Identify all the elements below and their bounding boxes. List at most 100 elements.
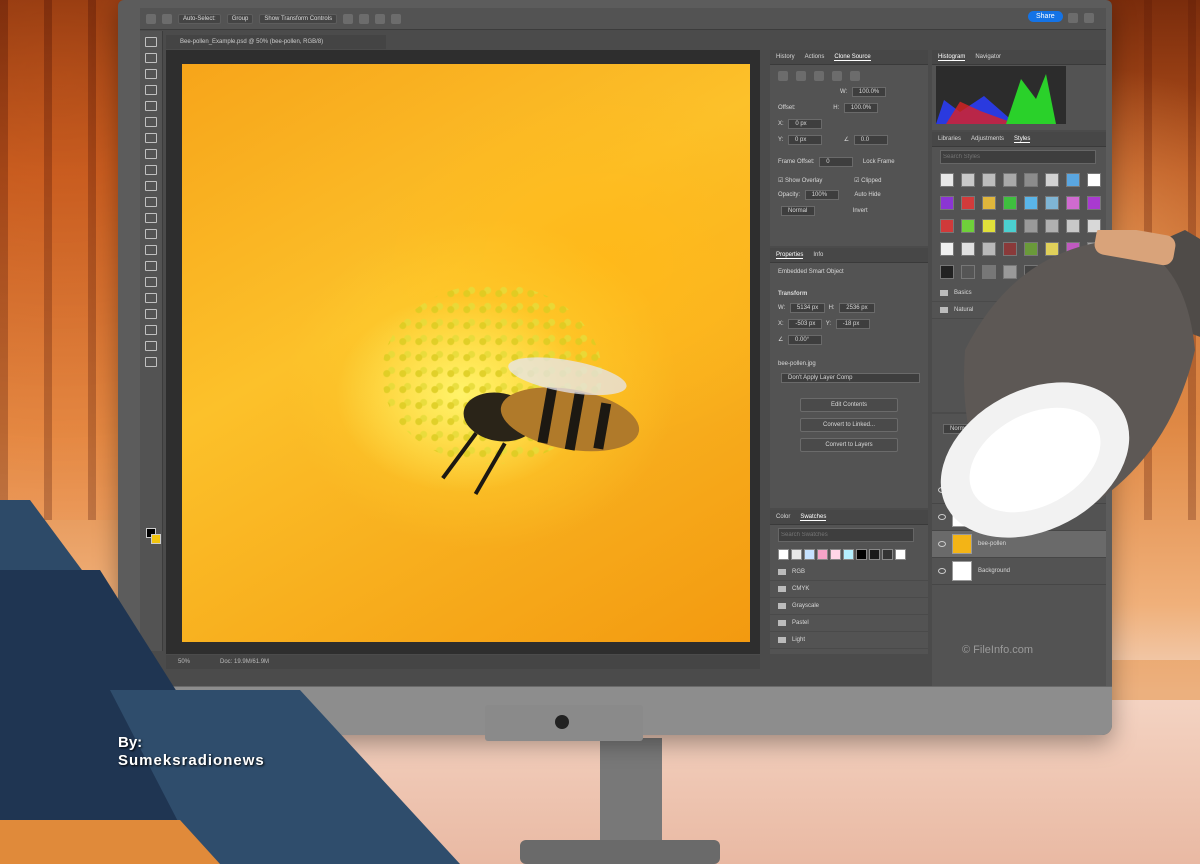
zoom-tool-icon[interactable] [145, 357, 157, 367]
clipped-checkbox[interactable]: Clipped [861, 178, 881, 184]
style-preset-7[interactable] [1087, 173, 1101, 187]
tab-history[interactable]: History [776, 54, 795, 60]
clone-stamp-icon[interactable] [145, 181, 157, 191]
tab-color[interactable]: Color [776, 514, 790, 520]
transform-angle-field[interactable]: 0.00° [788, 335, 823, 345]
offset-y-field[interactable]: 0 px [788, 135, 823, 145]
offset-x-field[interactable]: 0 px [788, 119, 823, 129]
lasso-tool-icon[interactable] [145, 69, 157, 79]
document-tab[interactable]: Bee-pollen_Example.psd @ 50% (bee-pollen… [166, 35, 386, 49]
pen-tool-icon[interactable] [145, 277, 157, 287]
clone-source-5-icon[interactable] [850, 71, 860, 81]
swatches-search-input[interactable] [778, 528, 914, 542]
overlay-blend-dropdown[interactable]: Normal [781, 206, 815, 216]
style-preset-6[interactable] [1066, 173, 1080, 187]
brush-tool-icon[interactable] [145, 165, 157, 175]
hand-tool-icon[interactable] [145, 341, 157, 351]
lock-frame-checkbox[interactable]: Lock Frame [863, 159, 895, 165]
auto-select-checkbox[interactable]: Auto-Select: [178, 13, 221, 24]
align-right-icon[interactable] [375, 13, 386, 24]
transform-y-field[interactable]: -18 px [835, 319, 870, 329]
tab-histogram[interactable]: Histogram [938, 54, 966, 61]
style-preset-14[interactable] [1066, 196, 1080, 210]
swatch-folder-pastel[interactable]: Pastel [770, 615, 928, 632]
auto-hide-checkbox[interactable]: Auto Hide [854, 192, 880, 198]
swatch-folder-cmyk[interactable]: CMYK [770, 581, 928, 598]
swatch-2[interactable] [804, 549, 815, 560]
frame-tool-icon[interactable] [145, 117, 157, 127]
style-preset-11[interactable] [1003, 196, 1017, 210]
transform-x-field[interactable]: -503 px [788, 319, 823, 329]
swatch-8[interactable] [882, 549, 893, 560]
clone-source-1-icon[interactable] [778, 71, 788, 81]
swatch-folder-light[interactable]: Light [770, 632, 928, 649]
swatch-6[interactable] [856, 549, 867, 560]
path-select-icon[interactable] [145, 309, 157, 319]
tab-actions[interactable]: Actions [805, 54, 825, 60]
dodge-tool-icon[interactable] [145, 261, 157, 271]
move-tool-icon[interactable] [162, 13, 172, 24]
style-preset-9[interactable] [961, 196, 975, 210]
blur-tool-icon[interactable] [145, 245, 157, 255]
style-preset-13[interactable] [1045, 196, 1059, 210]
swatch-9[interactable] [895, 549, 906, 560]
visibility-eye-icon[interactable] [938, 568, 946, 574]
style-preset-12[interactable] [1024, 196, 1038, 210]
search-icon[interactable] [1068, 13, 1078, 23]
style-preset-10[interactable] [982, 196, 996, 210]
style-preset-4[interactable] [1024, 173, 1038, 187]
swatch-1[interactable] [791, 549, 802, 560]
tab-libraries[interactable]: Libraries [938, 136, 961, 142]
tab-adjustments[interactable]: Adjustments [971, 136, 1004, 142]
swatch-7[interactable] [869, 549, 880, 560]
style-preset-3[interactable] [1003, 173, 1017, 187]
move-tool-icon[interactable] [145, 37, 157, 47]
layer-row[interactable]: Background [932, 558, 1106, 585]
tab-info[interactable]: Info [813, 252, 823, 258]
marquee-tool-icon[interactable] [145, 53, 157, 63]
swatch-folder-grayscale[interactable]: Grayscale [770, 598, 928, 615]
swatch-3[interactable] [817, 549, 828, 560]
home-icon[interactable] [146, 13, 156, 24]
style-preset-15[interactable] [1087, 196, 1101, 210]
tab-properties[interactable]: Properties [776, 252, 804, 259]
tab-clone-source[interactable]: Clone Source [834, 54, 871, 61]
style-preset-5[interactable] [1045, 173, 1059, 187]
clone-source-2-icon[interactable] [796, 71, 806, 81]
convert-to-linked-button[interactable]: Convert to Linked... [800, 418, 898, 432]
swatch-5[interactable] [843, 549, 854, 560]
crop-tool-icon[interactable] [145, 101, 157, 111]
tab-navigator[interactable]: Navigator [975, 54, 1001, 60]
align-left-icon[interactable] [343, 13, 354, 24]
align-center-icon[interactable] [359, 13, 370, 24]
swatch-folder-rgb[interactable]: RGB [770, 564, 928, 581]
tab-styles[interactable]: Styles [1014, 136, 1031, 143]
style-preset-2[interactable] [982, 173, 996, 187]
share-button[interactable]: Share [1028, 11, 1063, 22]
distribute-icon[interactable] [391, 13, 402, 24]
clone-source-3-icon[interactable] [814, 71, 824, 81]
style-preset-1[interactable] [961, 173, 975, 187]
clone-angle-field[interactable]: 0.0 [853, 135, 888, 145]
convert-to-layers-button[interactable]: Convert to Layers [800, 438, 898, 452]
transform-controls-checkbox[interactable]: Show Transform Controls [259, 13, 338, 24]
eraser-tool-icon[interactable] [145, 213, 157, 223]
show-overlay-checkbox[interactable]: Show Overlay [785, 178, 822, 184]
opacity-field[interactable]: 100% [804, 190, 839, 200]
clone-source-4-icon[interactable] [832, 71, 842, 81]
swatch-0[interactable] [778, 549, 789, 560]
shape-tool-icon[interactable] [145, 325, 157, 335]
edit-contents-button[interactable]: Edit Contents [800, 398, 898, 412]
healing-brush-icon[interactable] [145, 149, 157, 159]
layer-comp-dropdown[interactable]: Don't Apply Layer Comp [781, 373, 920, 383]
layer-select-dropdown[interactable]: Group [226, 13, 254, 24]
eyedropper-tool-icon[interactable] [145, 133, 157, 143]
swatch-4[interactable] [830, 549, 841, 560]
type-tool-icon[interactable] [145, 293, 157, 303]
frame-offset-field[interactable]: 0 [819, 157, 854, 167]
style-preset-8[interactable] [940, 196, 954, 210]
tab-swatches[interactable]: Swatches [800, 514, 827, 521]
quick-select-tool-icon[interactable] [145, 85, 157, 95]
style-preset-0[interactable] [940, 173, 954, 187]
history-brush-icon[interactable] [145, 197, 157, 207]
